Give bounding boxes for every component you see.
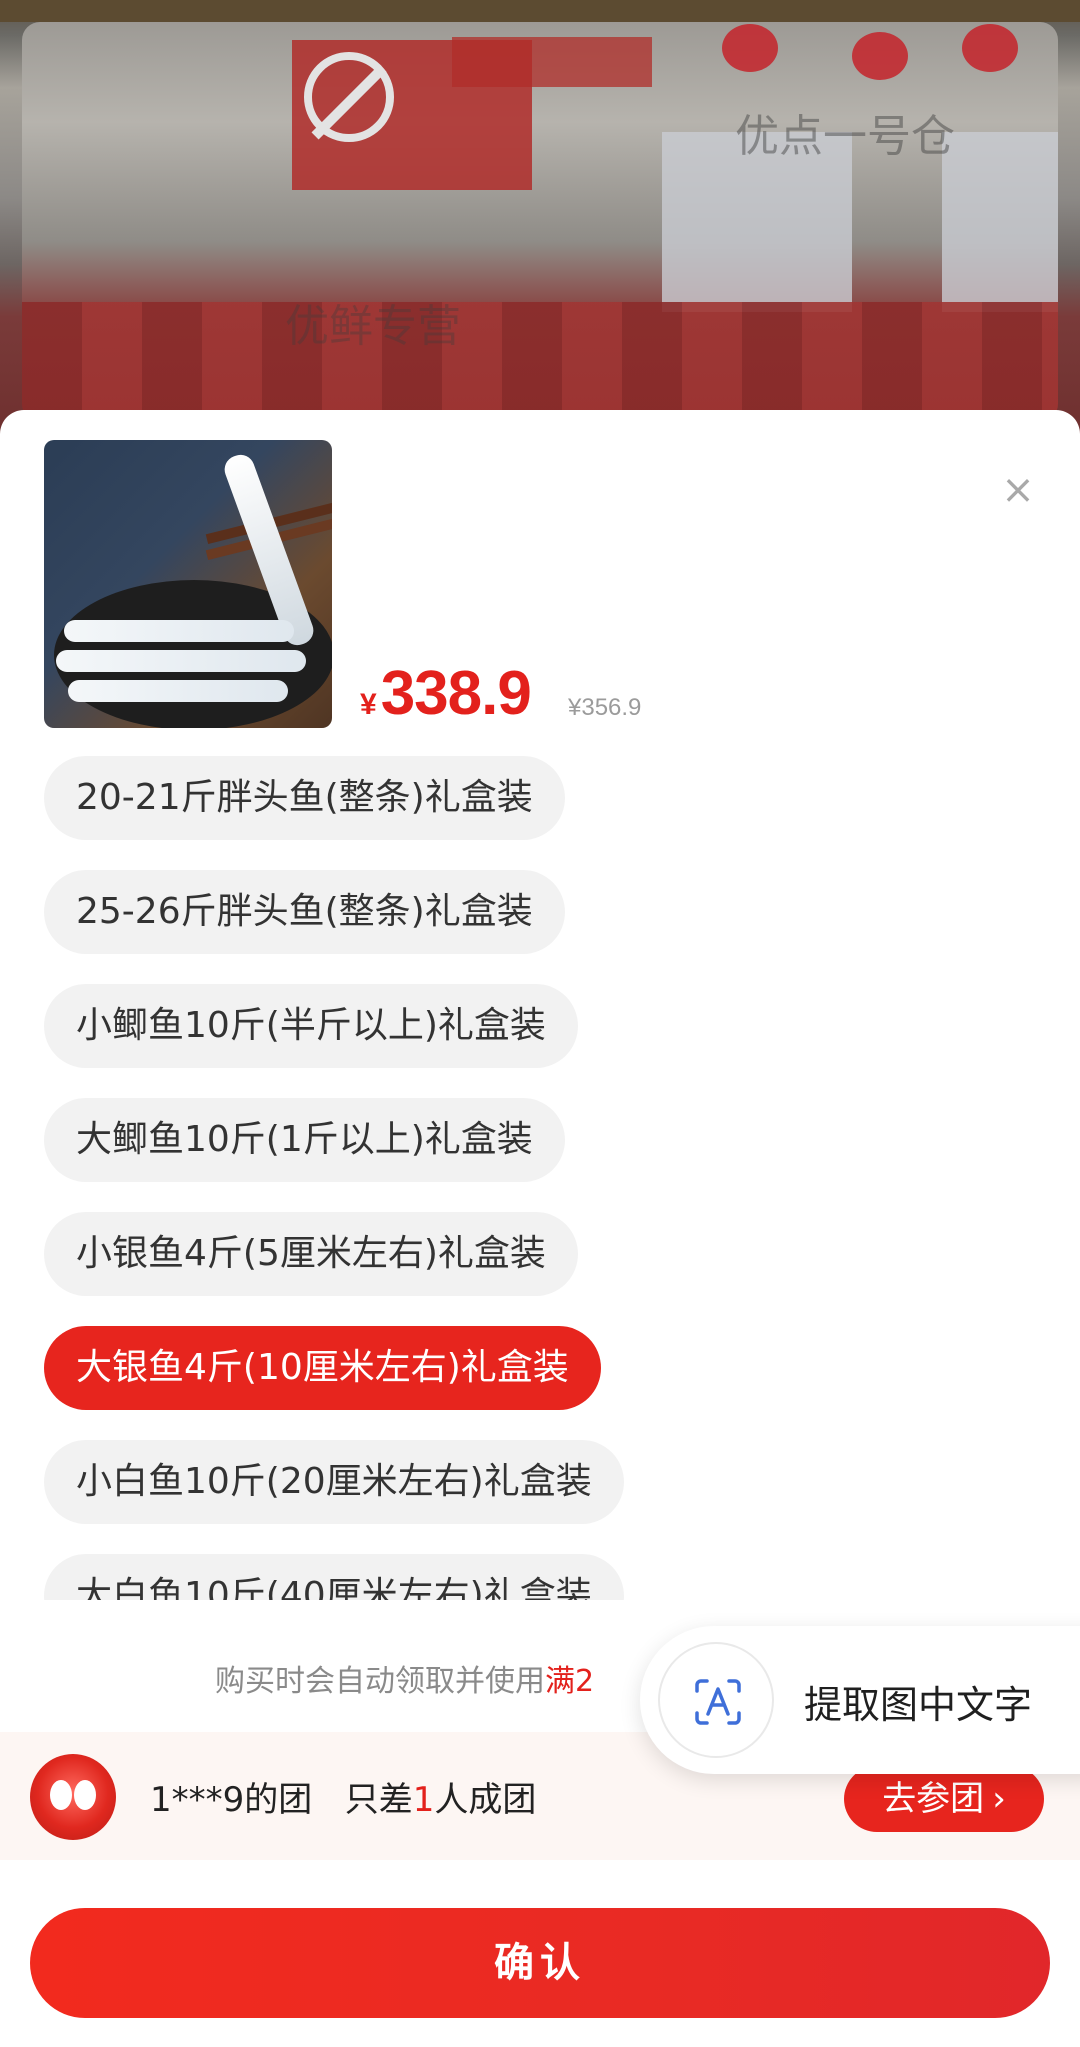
option-chip[interactable]: 小鲫鱼10斤(半斤以上)礼盒装 (44, 984, 578, 1068)
option-chip[interactable]: 小白鱼10斤(20厘米左右)礼盒装 (44, 1440, 624, 1524)
chevron-right-icon: › (992, 1779, 1006, 1819)
option-chip[interactable]: 大白鱼10斤(40厘米左右)礼盒装 (44, 1554, 624, 1600)
watermark-text: 优点一号仓 (735, 111, 955, 162)
group-need-prefix: 只差 (344, 1780, 413, 1820)
fish-shape (68, 680, 288, 702)
group-status-text: 1***9的团 只差1人成团 (150, 1772, 536, 1821)
option-chip[interactable]: 25-26斤胖头鱼(整条)礼盒装 (44, 870, 565, 954)
photo-frame (0, 0, 1080, 22)
fish-shape (56, 650, 306, 672)
text-recognition-icon[interactable] (658, 1642, 774, 1758)
warehouse-image (22, 22, 1058, 422)
join-group-button[interactable]: 去参团 › (844, 1766, 1044, 1832)
fish-shape (64, 620, 294, 642)
current-price: ¥338.9 (360, 658, 532, 729)
option-chip[interactable]: 小银鱼4斤(5厘米左右)礼盒装 (44, 1212, 578, 1296)
sku-selection-sheet: × ¥338.9 ¥356.9 20-21斤胖头鱼(整条)礼盒装 25-26斤胖… (0, 410, 1080, 2047)
no-fire-icon (304, 52, 394, 142)
lantern-icon (852, 32, 908, 80)
background-photo: 优点一号仓 优鲜专营 (0, 0, 1080, 440)
lantern-icon (962, 24, 1018, 72)
extract-text-chip[interactable]: 提取图中文字 (640, 1626, 1080, 1774)
coupon-text: 购买时会自动领取并使用 (215, 1664, 545, 1699)
lantern-icon (722, 24, 778, 72)
option-chip-selected[interactable]: 大银鱼4斤(10厘米左右)礼盒装 (44, 1326, 601, 1410)
join-group-label: 去参团 (882, 1779, 985, 1819)
coupon-note: 购买时会自动领取并使用满2 (215, 1656, 594, 1700)
product-thumbnail[interactable] (44, 440, 332, 728)
currency-symbol: ¥ (360, 688, 377, 721)
confirm-button[interactable]: 确认 (30, 1908, 1050, 2018)
group-need-suffix: 人成团 (434, 1780, 537, 1820)
extract-text-label: 提取图中文字 (804, 1683, 1033, 1727)
option-list: 20-21斤胖头鱼(整条)礼盒装 25-26斤胖头鱼(整条)礼盒装 小鲫鱼10斤… (0, 756, 1080, 1600)
stacked-boxes (22, 302, 1058, 422)
option-chip[interactable]: 20-21斤胖头鱼(整条)礼盒装 (44, 756, 565, 840)
coupon-highlight: 满2 (545, 1664, 595, 1699)
banner-sign (452, 37, 652, 87)
group-need-count: 1 (412, 1780, 435, 1820)
group-owner: 1***9的团 (150, 1780, 313, 1820)
close-icon[interactable]: × (996, 468, 1040, 512)
price-amount: 338.9 (380, 659, 532, 728)
watermark-text-2: 优鲜专营 (285, 301, 461, 352)
original-price: ¥356.9 (568, 694, 642, 721)
avatar (30, 1754, 116, 1840)
option-chip[interactable]: 大鲫鱼10斤(1斤以上)礼盒装 (44, 1098, 565, 1182)
wall-poster-2 (942, 132, 1058, 312)
